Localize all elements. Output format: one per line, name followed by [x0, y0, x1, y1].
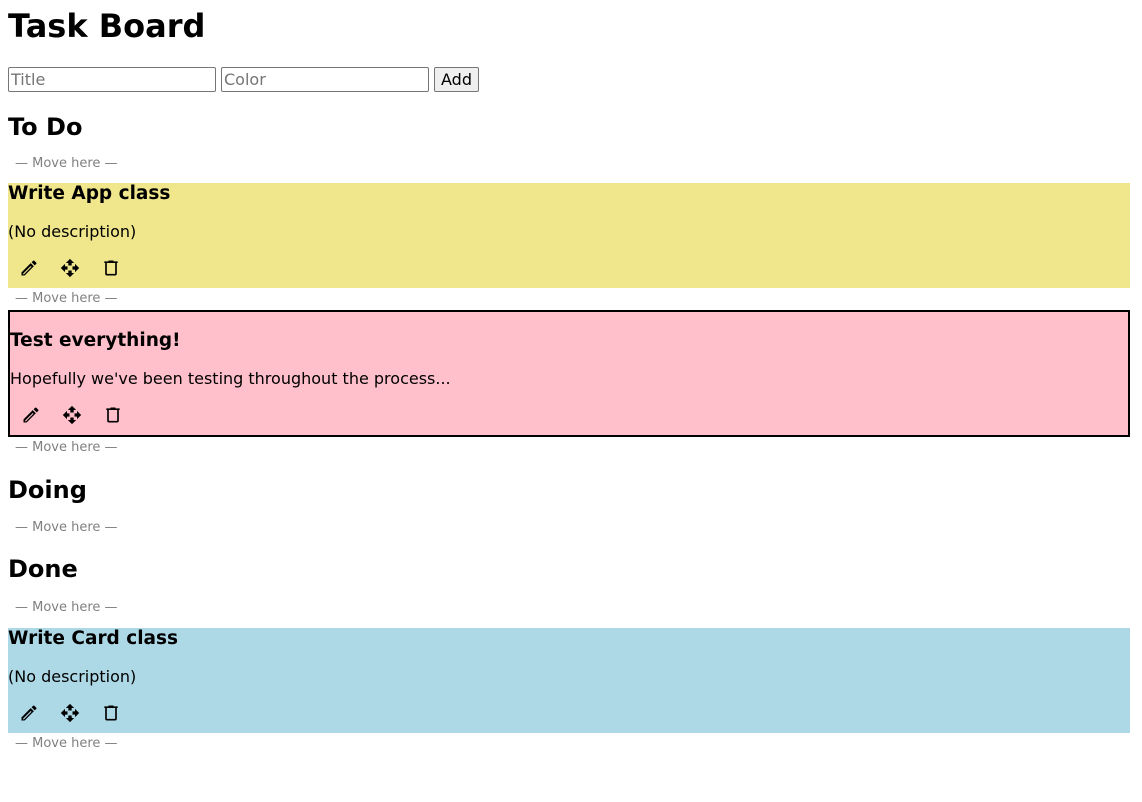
column-title: Done: [8, 555, 78, 583]
card: Write App class (No description): [8, 183, 1130, 288]
card: Write Card class (No description): [8, 628, 1130, 733]
move-here-dropzone[interactable]: — Move here —: [8, 600, 1130, 616]
card-actions: [10, 402, 1128, 428]
move-arrows-icon[interactable]: [57, 702, 83, 724]
add-card-form: Add: [8, 66, 1130, 92]
move-arrows-icon[interactable]: [59, 404, 85, 426]
move-here-dropzone[interactable]: — Move here —: [8, 440, 1130, 456]
trash-icon[interactable]: [100, 404, 126, 426]
card-actions: [8, 700, 1130, 726]
pencil-icon[interactable]: [18, 404, 44, 426]
color-input[interactable]: [221, 66, 429, 92]
column-doing: Doing — Move here —: [8, 476, 1130, 536]
trash-icon[interactable]: [98, 702, 124, 724]
card-title: Write Card class: [8, 628, 179, 649]
pencil-icon[interactable]: [16, 257, 42, 279]
column-done: Done — Move here — Write Card class (No …: [8, 555, 1130, 752]
move-here-dropzone[interactable]: — Move here —: [8, 291, 1130, 307]
move-here-dropzone[interactable]: — Move here —: [8, 736, 1130, 752]
pencil-icon[interactable]: [16, 702, 42, 724]
card-actions: [8, 255, 1130, 281]
card-title: Write App class: [8, 183, 171, 204]
column-todo: To Do — Move here — Write App class (No …: [8, 113, 1130, 456]
trash-icon[interactable]: [98, 257, 124, 279]
title-input[interactable]: [8, 66, 216, 92]
move-arrows-icon[interactable]: [57, 257, 83, 279]
page-title: Task Board: [8, 7, 206, 45]
card-title: Test everything!: [10, 330, 181, 351]
card-description: (No description): [8, 222, 137, 241]
column-title: Doing: [8, 476, 87, 504]
column-title: To Do: [8, 113, 83, 141]
add-button[interactable]: Add: [434, 66, 479, 92]
card: Test everything! Hopefully we've been te…: [8, 310, 1130, 437]
move-here-dropzone[interactable]: — Move here —: [8, 156, 1130, 172]
card-description: Hopefully we've been testing throughout …: [10, 369, 451, 388]
card-description: (No description): [8, 667, 137, 686]
move-here-dropzone[interactable]: — Move here —: [8, 520, 1130, 536]
